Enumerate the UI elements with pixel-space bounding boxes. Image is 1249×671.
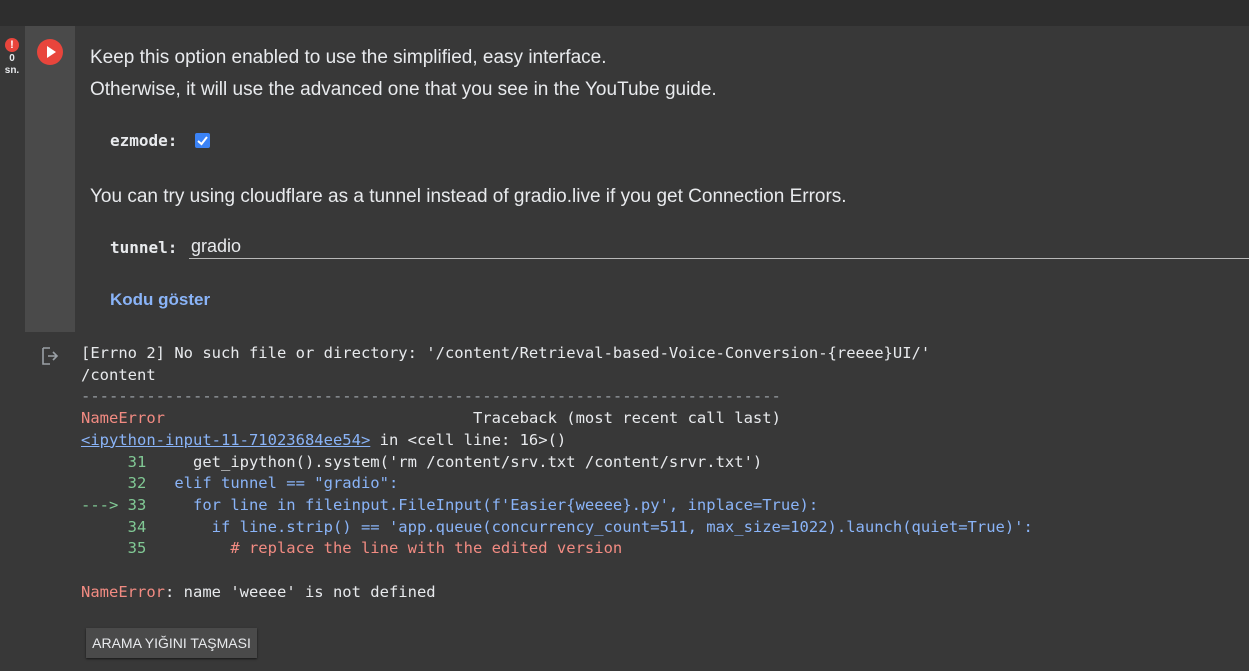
show-code-link[interactable]: Kodu göster bbox=[110, 290, 210, 310]
form-text-line-1: Keep this option enabled to use the simp… bbox=[90, 47, 607, 68]
ezmode-checkbox[interactable] bbox=[195, 133, 210, 148]
line-number: 32 bbox=[81, 474, 147, 493]
line-number: 34 bbox=[81, 517, 147, 536]
cell-gutter bbox=[0, 26, 24, 671]
final-error-message: : name 'weeee' is not defined bbox=[165, 582, 436, 601]
output-icon[interactable] bbox=[40, 346, 60, 371]
traceback-location-link[interactable]: <ipython-input-11-71023684ee54> bbox=[81, 431, 370, 449]
form-text-line-2: Otherwise, it will use the advanced one … bbox=[90, 79, 717, 100]
run-sidebar bbox=[25, 26, 75, 332]
error-name: NameError bbox=[81, 409, 165, 428]
code-line: for line in fileinput.FileInput(f'Easier… bbox=[146, 495, 819, 514]
play-icon bbox=[47, 46, 56, 58]
output-separator: ----------------------------------------… bbox=[81, 387, 781, 406]
code-line: if line.strip() == 'app.queue(concurrenc… bbox=[146, 517, 1033, 536]
cell-output: [Errno 2] No such file or directory: '/c… bbox=[81, 343, 1033, 603]
line-number: 35 bbox=[81, 539, 147, 558]
output-line-1: [Errno 2] No such file or directory: '/c… bbox=[81, 344, 931, 362]
tunnel-input[interactable]: gradio bbox=[191, 236, 241, 257]
error-icon: ! bbox=[5, 38, 19, 52]
form-cell bbox=[75, 26, 1249, 332]
checkmark-icon bbox=[197, 136, 208, 146]
output-line-2: /content bbox=[81, 365, 156, 384]
run-cell-button[interactable] bbox=[37, 39, 63, 65]
top-strip bbox=[0, 0, 1249, 26]
ezmode-label: ezmode: bbox=[110, 131, 178, 150]
execution-unit: sn. bbox=[4, 65, 20, 76]
final-error-name: NameError bbox=[81, 582, 165, 601]
code-line: elif tunnel == "gradio": bbox=[146, 474, 399, 493]
line-number: ---> 33 bbox=[81, 495, 147, 514]
form-text-line-3: You can try using cloudflare as a tunnel… bbox=[90, 186, 847, 207]
traceback-header: Traceback (most recent call last) bbox=[472, 409, 781, 428]
execution-count: 0 bbox=[9, 53, 15, 64]
line-number: 31 bbox=[81, 452, 147, 471]
tunnel-label: tunnel: bbox=[110, 238, 178, 257]
stack-overflow-button[interactable]: ARAMA YIĞINI TAŞMASI bbox=[86, 628, 257, 658]
code-line: get_ipython().system('rm /content/srv.tx… bbox=[146, 452, 763, 471]
execution-status[interactable]: ! 0 sn. bbox=[1, 38, 23, 77]
code-line: # replace the line with the edited versi… bbox=[146, 539, 623, 558]
tunnel-input-underline bbox=[189, 258, 1249, 259]
traceback-location: in <cell line: 16>() bbox=[370, 430, 567, 449]
